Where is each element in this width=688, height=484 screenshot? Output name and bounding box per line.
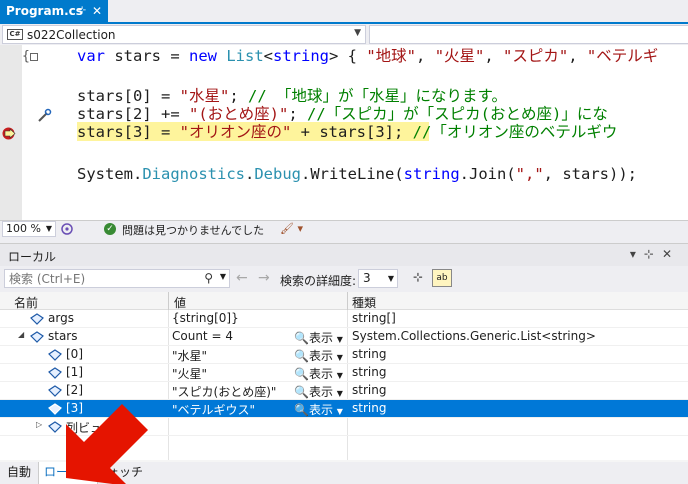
zoom-dropdown[interactable]: 100 % ▼ — [2, 221, 56, 237]
visualizer-button[interactable]: 🔍表示 ▼ — [294, 383, 343, 400]
magnifier-icon: 🔍 — [294, 349, 309, 363]
column-header-value[interactable]: 値 — [174, 294, 186, 311]
search-depth-dropdown[interactable]: 3 ▼ — [358, 269, 398, 288]
collapse-brace-icon[interactable]: { — [22, 49, 30, 64]
column-header-name[interactable]: 名前 — [14, 294, 38, 311]
code-line-4-current[interactable]: stars[3] = "オリオン座の" + stars[3]; //「オリオン座… — [77, 122, 617, 142]
visualizer-button[interactable]: 🔍表示 ▼ — [294, 365, 343, 382]
pin-icon[interactable]: ⊹ — [78, 0, 86, 22]
chevron-down-icon: ▼ — [354, 28, 361, 38]
close-icon[interactable]: ✕ — [662, 247, 680, 261]
project-name: s022Collection — [27, 28, 116, 42]
collapse-arrow-icon[interactable]: ◢ — [18, 330, 24, 339]
document-tab-program-cs[interactable]: Program.cs ⊹ ✕ — [0, 0, 108, 22]
magnifier-icon: 🔍 — [294, 403, 309, 417]
close-icon[interactable]: ✕ — [92, 0, 102, 22]
chevron-down-icon: ▼ — [387, 274, 394, 283]
red-callout-arrow-icon — [66, 404, 148, 484]
locals-title: ローカル — [8, 250, 57, 264]
local-variable-icon — [48, 367, 62, 379]
project-dropdown[interactable]: C# s022Collection ▼ — [2, 25, 366, 44]
search-depth-label: 検索の詳細度: — [280, 274, 357, 288]
window-controls[interactable]: ▾⊹✕ — [630, 247, 680, 261]
member-dropdown[interactable] — [369, 25, 688, 44]
current-statement-arrow-icon — [2, 127, 16, 140]
navigation-bar: C# s022Collection ▼ — [0, 24, 688, 45]
search-previous-icon[interactable]: ← — [236, 270, 248, 286]
visualizer-button[interactable]: 🔍表示 ▼ — [294, 347, 343, 364]
locals-search-bar: ⚲ ▼ ← → 検索の詳細度: 3 ▼ ⊹ ab — [0, 266, 688, 292]
document-tab-title: Program.cs — [6, 4, 83, 18]
codelens-icon — [30, 53, 38, 61]
locals-row-item-0[interactable]: [0] "水星" 🔍表示 ▼ string — [0, 346, 688, 364]
document-tab-strip: Program.cs ⊹ ✕ — [0, 0, 688, 24]
chevron-down-icon: ▼ — [45, 224, 52, 233]
code-line-5[interactable]: System.Diagnostics.Debug.WriteLine(strin… — [77, 164, 637, 184]
pin-source-icon[interactable]: ⊹ — [410, 270, 426, 286]
search-depth-value: 3 — [363, 271, 371, 285]
no-issues-check-icon[interactable]: ✓ — [104, 223, 116, 235]
code-editor[interactable]: { var stars = new List<string> { "地球", "… — [0, 45, 688, 220]
view-as-text-button[interactable]: ab — [432, 269, 452, 287]
locals-row-item-1[interactable]: [1] "火星" 🔍表示 ▼ string — [0, 364, 688, 382]
zoom-value: 100 % — [6, 222, 41, 235]
magnifier-icon: 🔍 — [294, 367, 309, 381]
local-variable-icon — [48, 349, 62, 361]
code-line-1[interactable]: var stars = new List<string> { "地球", "火星… — [77, 46, 658, 66]
local-variable-icon — [30, 331, 44, 343]
locals-grid-header: 名前 値 種類 — [0, 292, 688, 310]
local-variable-icon — [30, 313, 44, 325]
visualizer-button[interactable]: 🔍表示 ▼ — [294, 329, 343, 346]
local-variable-icon — [48, 385, 62, 397]
magnifier-icon: 🔍 — [294, 385, 309, 399]
search-input[interactable] — [5, 270, 195, 287]
code-cleanup-brush-icon[interactable]: 🖌 ▾ — [280, 222, 303, 235]
magnifier-icon: 🔍 — [294, 331, 309, 345]
issues-status-text: 問題は見つかりませんでした — [122, 224, 265, 237]
locals-title-bar: ローカル ▾⊹✕ — [0, 243, 688, 266]
visualizer-button[interactable]: 🔍表示 ▼ — [294, 401, 343, 418]
locals-row-stars[interactable]: ◢ stars Count = 4 🔍表示 ▼ System.Collectio… — [0, 328, 688, 346]
chevron-down-icon[interactable]: ▼ — [220, 272, 226, 281]
pin-icon[interactable]: ⊹ — [644, 247, 662, 261]
locals-row-args[interactable]: args {string[0]} string[] — [0, 310, 688, 328]
tab-auto[interactable]: 自動 — [2, 462, 36, 484]
search-icon[interactable]: ⚲ — [204, 271, 213, 285]
quick-action-wrench-icon[interactable] — [36, 108, 52, 124]
csharp-project-icon: C# — [7, 29, 23, 40]
code-line-3[interactable]: stars[2] += "(おとめ座)"; //「スピカ」が「スピカ(おとめ座)… — [77, 104, 608, 124]
intellicode-icon[interactable] — [60, 223, 74, 235]
column-header-type[interactable]: 種類 — [352, 294, 376, 311]
code-line-2[interactable]: stars[0] = "水星"; // 「地球」が「水星」になります。 — [77, 86, 507, 106]
search-box[interactable]: ⚲ ▼ — [4, 269, 230, 288]
editor-status-bar: 100 % ▼ ✓ 問題は見つかりませんでした 🖌 ▾ — [0, 220, 688, 237]
search-next-icon[interactable]: → — [258, 270, 270, 286]
window-menu-icon[interactable]: ▾ — [630, 247, 644, 261]
expand-arrow-icon[interactable]: ▷ — [36, 420, 42, 429]
